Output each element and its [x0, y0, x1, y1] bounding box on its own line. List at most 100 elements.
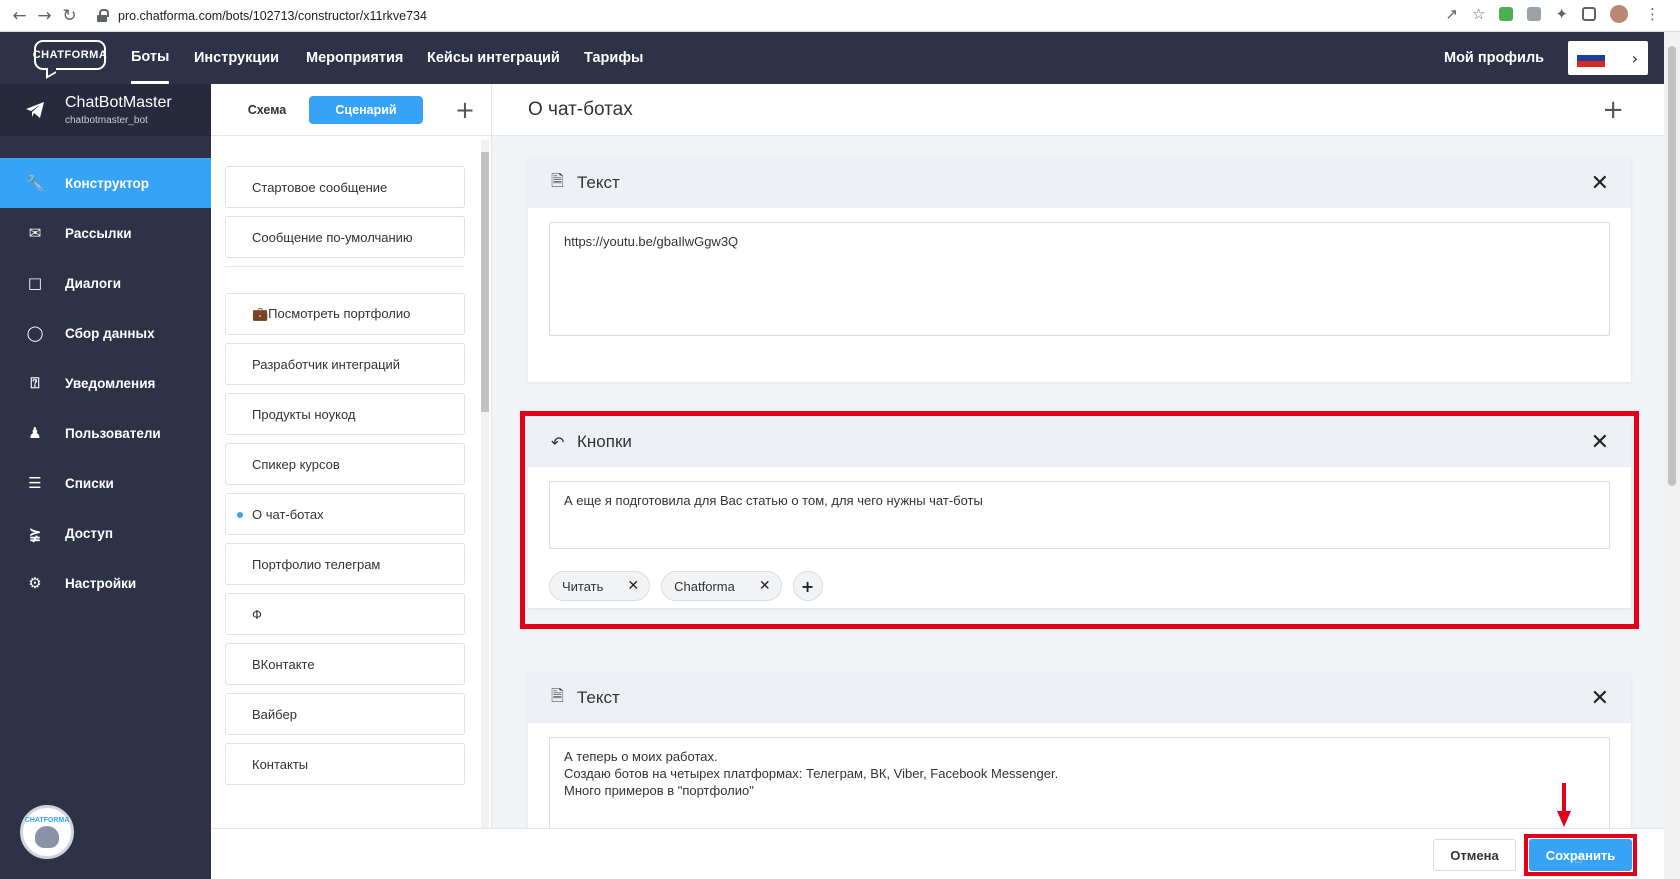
selected-dot-icon — [237, 512, 243, 518]
shield-extension-icon[interactable] — [1527, 7, 1542, 21]
sidebar-item-dialogs[interactable]: □ Диалоги — [0, 258, 211, 308]
sidebar-item-label: Настройки — [65, 575, 137, 591]
close-icon[interactable]: ✕ — [1591, 686, 1609, 711]
close-icon[interactable]: ✕ — [1591, 171, 1609, 196]
support-avatar[interactable]: CHATFORMA — [20, 805, 74, 859]
text-line: А теперь о моих работах. — [564, 749, 718, 764]
sidebar-item-mailings[interactable]: ✉ Рассылки — [0, 208, 211, 258]
bot-header[interactable]: ChatBotMaster chatbotmaster_bot — [0, 84, 211, 136]
list-item-label: Вайбер — [252, 706, 297, 722]
cancel-button[interactable]: Отмена — [1433, 839, 1516, 871]
bot-name: ChatBotMaster — [65, 94, 172, 111]
page-scrollbar[interactable] — [1664, 32, 1680, 879]
message-list-panel: Схема Сценарий + Стартовое сообщение Соо… — [211, 84, 492, 879]
sidebar-item-label: Рассылки — [65, 225, 132, 241]
nav-instructions[interactable]: Инструкции — [194, 32, 279, 84]
sidebar-item-users[interactable]: ♟ Пользователи — [0, 408, 211, 458]
list-item-default-message[interactable]: Сообщение по-умолчанию — [225, 216, 465, 258]
list-item[interactable]: Вайбер — [225, 693, 465, 735]
tab-scenario[interactable]: Сценарий — [309, 95, 423, 124]
chat-icon: □ — [27, 274, 43, 292]
list-item-label: ВКонтакте — [252, 656, 315, 672]
sidebar-item-settings[interactable]: ⚙ Настройки — [0, 558, 211, 608]
list-icon: ☰ — [28, 474, 42, 492]
mascot-icon — [35, 825, 59, 848]
list-item-label: Контакты — [252, 756, 309, 772]
editor-panel: О чат-ботах + 🗎 Текст ✕ https://youtu.be… — [492, 84, 1664, 879]
address-bar[interactable]: pro.chatforma.com/bots/102713/constructo… — [96, 4, 1526, 28]
sidebar-item-label: Диалоги — [65, 275, 121, 291]
sidebar-item-lists[interactable]: ☰ Списки — [0, 458, 211, 508]
list-item-label: Продукты ноукод — [252, 406, 356, 422]
action-footer: Отмена Сохранить — [211, 828, 1664, 879]
bookmark-star-icon[interactable]: ☆ — [1472, 5, 1485, 23]
list-item-label: Сообщение по-умолчанию — [252, 229, 413, 245]
card-title: Текст — [577, 173, 620, 192]
red-highlight-frame — [520, 411, 1639, 629]
sidebar-item-notifications[interactable]: ⍰ Уведомления — [0, 358, 211, 408]
share-page-icon[interactable]: ↗ — [1445, 5, 1458, 23]
list-item-label: Спикер курсов — [252, 456, 340, 472]
list-item-selected[interactable]: О чат-ботах — [225, 493, 465, 535]
sidepanel-icon[interactable] — [1582, 7, 1596, 21]
sidebar-item-label: Доступ — [65, 525, 113, 541]
list-item[interactable]: 💼Посмотреть портфолио — [225, 293, 465, 335]
users-icon: ♟ — [28, 424, 42, 442]
reload-icon[interactable]: ↻ — [57, 6, 82, 26]
sidebar-item-label: Пользователи — [65, 425, 161, 441]
list-item[interactable]: Разработчик интеграций — [225, 343, 465, 385]
nav-events[interactable]: Мероприятия — [306, 32, 403, 84]
share-icon: ⪶ — [28, 524, 42, 542]
puzzle-icon[interactable]: ✦ — [1555, 5, 1568, 23]
lock-icon — [96, 9, 110, 23]
text-line: Создаю ботов на четырех платформах: Теле… — [564, 766, 1059, 781]
nav-pricing[interactable]: Тарифы — [584, 32, 643, 84]
list-item[interactable]: ВКонтакте — [225, 643, 465, 685]
language-selector[interactable]: › — [1568, 41, 1648, 75]
circle-icon: ◯ — [26, 324, 44, 342]
list-item-label: Ф — [252, 606, 262, 622]
list-item-label: Стартовое сообщение — [252, 179, 388, 195]
nav-bots[interactable]: Боты — [131, 32, 170, 84]
list-item[interactable]: Портфолио телеграм — [225, 543, 465, 585]
list-item-label: 💼Посмотреть портфолио — [252, 306, 411, 321]
sidebar-item-access[interactable]: ⪶ Доступ — [0, 508, 211, 558]
forward-icon[interactable]: → — [32, 6, 57, 26]
sidebar-item-constructor[interactable]: 🔧 Конструктор — [0, 158, 211, 208]
text-input[interactable]: https://youtu.be/gbaIlwGgw3Q — [549, 222, 1610, 336]
sidebar-item-label: Сбор данных — [65, 325, 155, 341]
sidebar-item-label: Конструктор — [65, 175, 150, 191]
sidebar-item-data-collection[interactable]: ◯ Сбор данных — [0, 308, 211, 358]
sidebar: ChatBotMaster chatbotmaster_bot 🔧 Констр… — [0, 84, 211, 879]
list-item[interactable]: Ф — [225, 593, 465, 635]
list-item-start-message[interactable]: Стартовое сообщение — [225, 166, 465, 208]
list-item[interactable]: Продукты ноукод — [225, 393, 465, 435]
sidebar-item-label: Уведомления — [65, 375, 156, 391]
view-toggle: Схема Сценарий — [225, 95, 423, 124]
list-item[interactable]: Контакты — [225, 743, 465, 785]
add-message-icon[interactable]: + — [455, 96, 475, 124]
url-text: pro.chatforma.com/bots/102713/constructo… — [118, 9, 427, 23]
card-title: Текст — [577, 688, 620, 707]
tab-schema[interactable]: Схема — [225, 95, 309, 124]
list-divider — [225, 266, 465, 267]
text-block-card: 🗎 Текст ✕ https://youtu.be/gbaIlwGgw3Q — [528, 158, 1631, 382]
page-title[interactable]: О чат-ботах — [528, 99, 633, 121]
list-item-label: О чат-ботах — [252, 506, 324, 522]
nav-integration-cases[interactable]: Кейсы интеграций — [427, 32, 560, 84]
document-icon: 🗎 — [551, 685, 564, 705]
extension-icon[interactable] — [1499, 7, 1514, 21]
browser-profile-avatar[interactable] — [1610, 5, 1628, 23]
back-icon[interactable]: ← — [7, 6, 32, 26]
list-item[interactable]: Спикер курсов — [225, 443, 465, 485]
chevron-right-icon: › — [1631, 48, 1638, 68]
chatforma-logo[interactable]: CHATFORMA — [33, 40, 107, 70]
sidebar-item-label: Списки — [65, 475, 114, 491]
add-block-icon[interactable]: + — [1602, 95, 1624, 125]
bot-username: chatbotmaster_bot — [65, 115, 148, 126]
browser-menu-icon[interactable]: ⋮ — [1645, 5, 1660, 23]
my-profile-link[interactable]: Мой профиль — [1444, 32, 1544, 84]
mouse-cursor-icon: ☝ — [1574, 851, 1583, 867]
list-scrollbar[interactable] — [481, 140, 489, 879]
wrench-icon: 🔧 — [25, 174, 45, 192]
